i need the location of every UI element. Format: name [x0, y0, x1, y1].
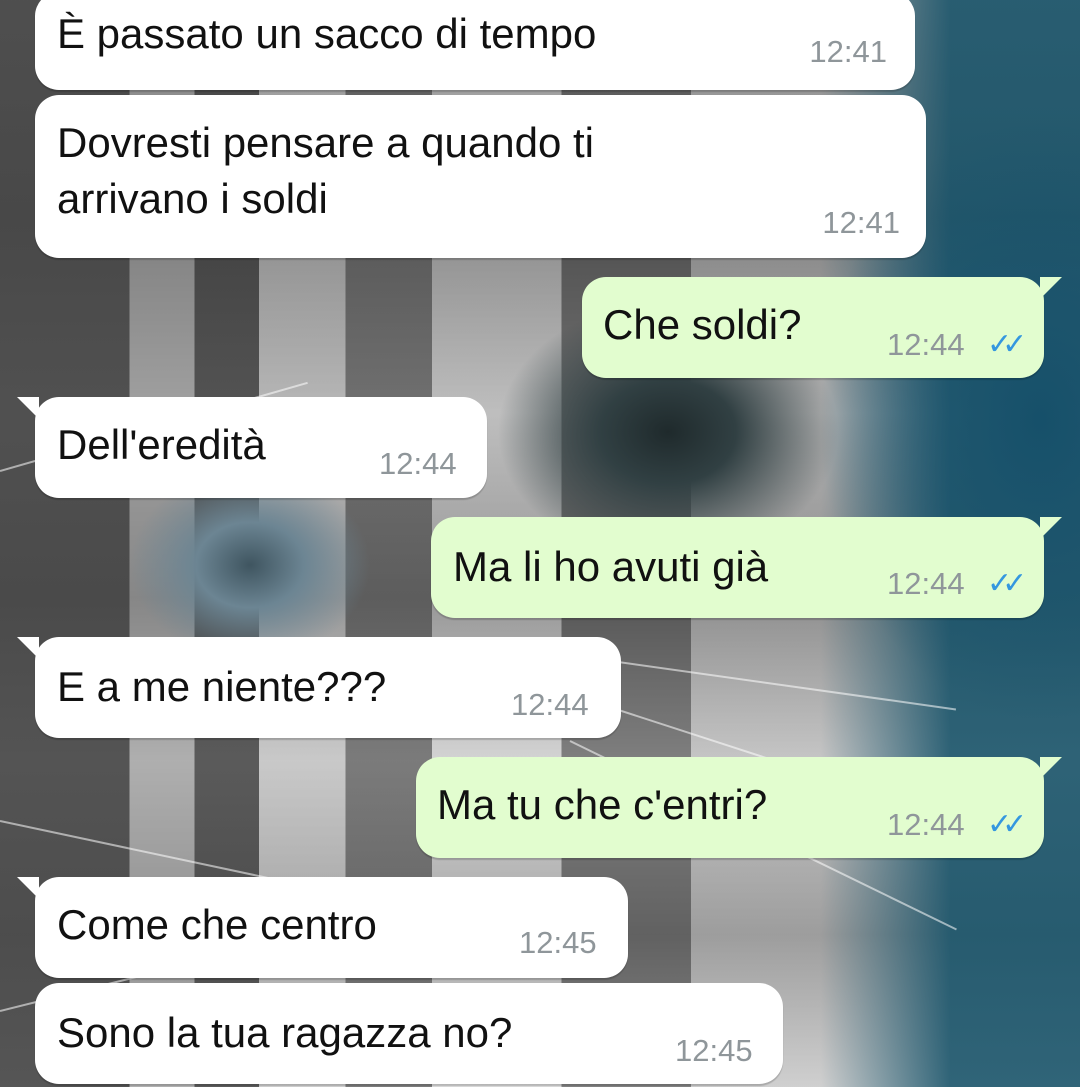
message-time: 12:44	[887, 807, 965, 842]
double-check-icon: ✓✓	[987, 328, 1027, 361]
message-bubble-incoming[interactable]: Dovresti pensare a quando ti arrivano i …	[35, 95, 926, 258]
message-text: Dovresti pensare a quando ti arrivano i …	[57, 119, 594, 222]
message-bubble-outgoing[interactable]: Che soldi? 12:44 ✓✓	[582, 277, 1044, 378]
double-check-icon: ✓✓	[987, 567, 1027, 600]
message-bubble-incoming[interactable]: Sono la tua ragazza no? 12:45	[35, 983, 783, 1084]
bubble-tail	[17, 397, 39, 419]
message-text: Ma tu che c'entri?	[437, 781, 768, 828]
bubble-tail	[1040, 757, 1062, 779]
message-time: 12:44	[887, 566, 965, 601]
message-text: Come che centro	[57, 901, 377, 948]
bubble-tail	[1040, 277, 1062, 299]
message-bubble-incoming[interactable]: E a me niente??? 12:44	[35, 637, 621, 738]
message-time: 12:44	[887, 327, 965, 362]
message-time: 12:41	[822, 205, 900, 240]
message-time: 12:41	[809, 34, 887, 69]
bubble-tail	[17, 637, 39, 659]
message-text: Sono la tua ragazza no?	[57, 1009, 513, 1056]
message-time: 12:45	[675, 1033, 753, 1068]
message-bubble-outgoing[interactable]: Ma tu che c'entri? 12:44 ✓✓	[416, 757, 1044, 858]
message-text: Che soldi?	[603, 301, 802, 348]
message-bubble-incoming[interactable]: Dell'eredità 12:44	[35, 397, 487, 498]
message-text: Dell'eredità	[57, 421, 266, 468]
message-time: 12:44	[511, 687, 589, 722]
message-time: 12:45	[519, 925, 597, 960]
message-bubble-outgoing[interactable]: Ma li ho avuti già 12:44 ✓✓	[431, 517, 1044, 618]
message-time: 12:44	[379, 446, 457, 481]
double-check-icon: ✓✓	[987, 808, 1027, 841]
message-text: Ma li ho avuti già	[453, 543, 769, 590]
bubble-tail	[1040, 517, 1062, 539]
message-text: E a me niente???	[57, 663, 387, 710]
message-bubble-incoming[interactable]: Come che centro 12:45	[35, 877, 628, 978]
message-text: È passato un sacco di tempo	[57, 10, 597, 57]
bubble-tail	[17, 877, 39, 899]
message-bubble-incoming[interactable]: È passato un sacco di tempo 12:41	[35, 0, 915, 90]
